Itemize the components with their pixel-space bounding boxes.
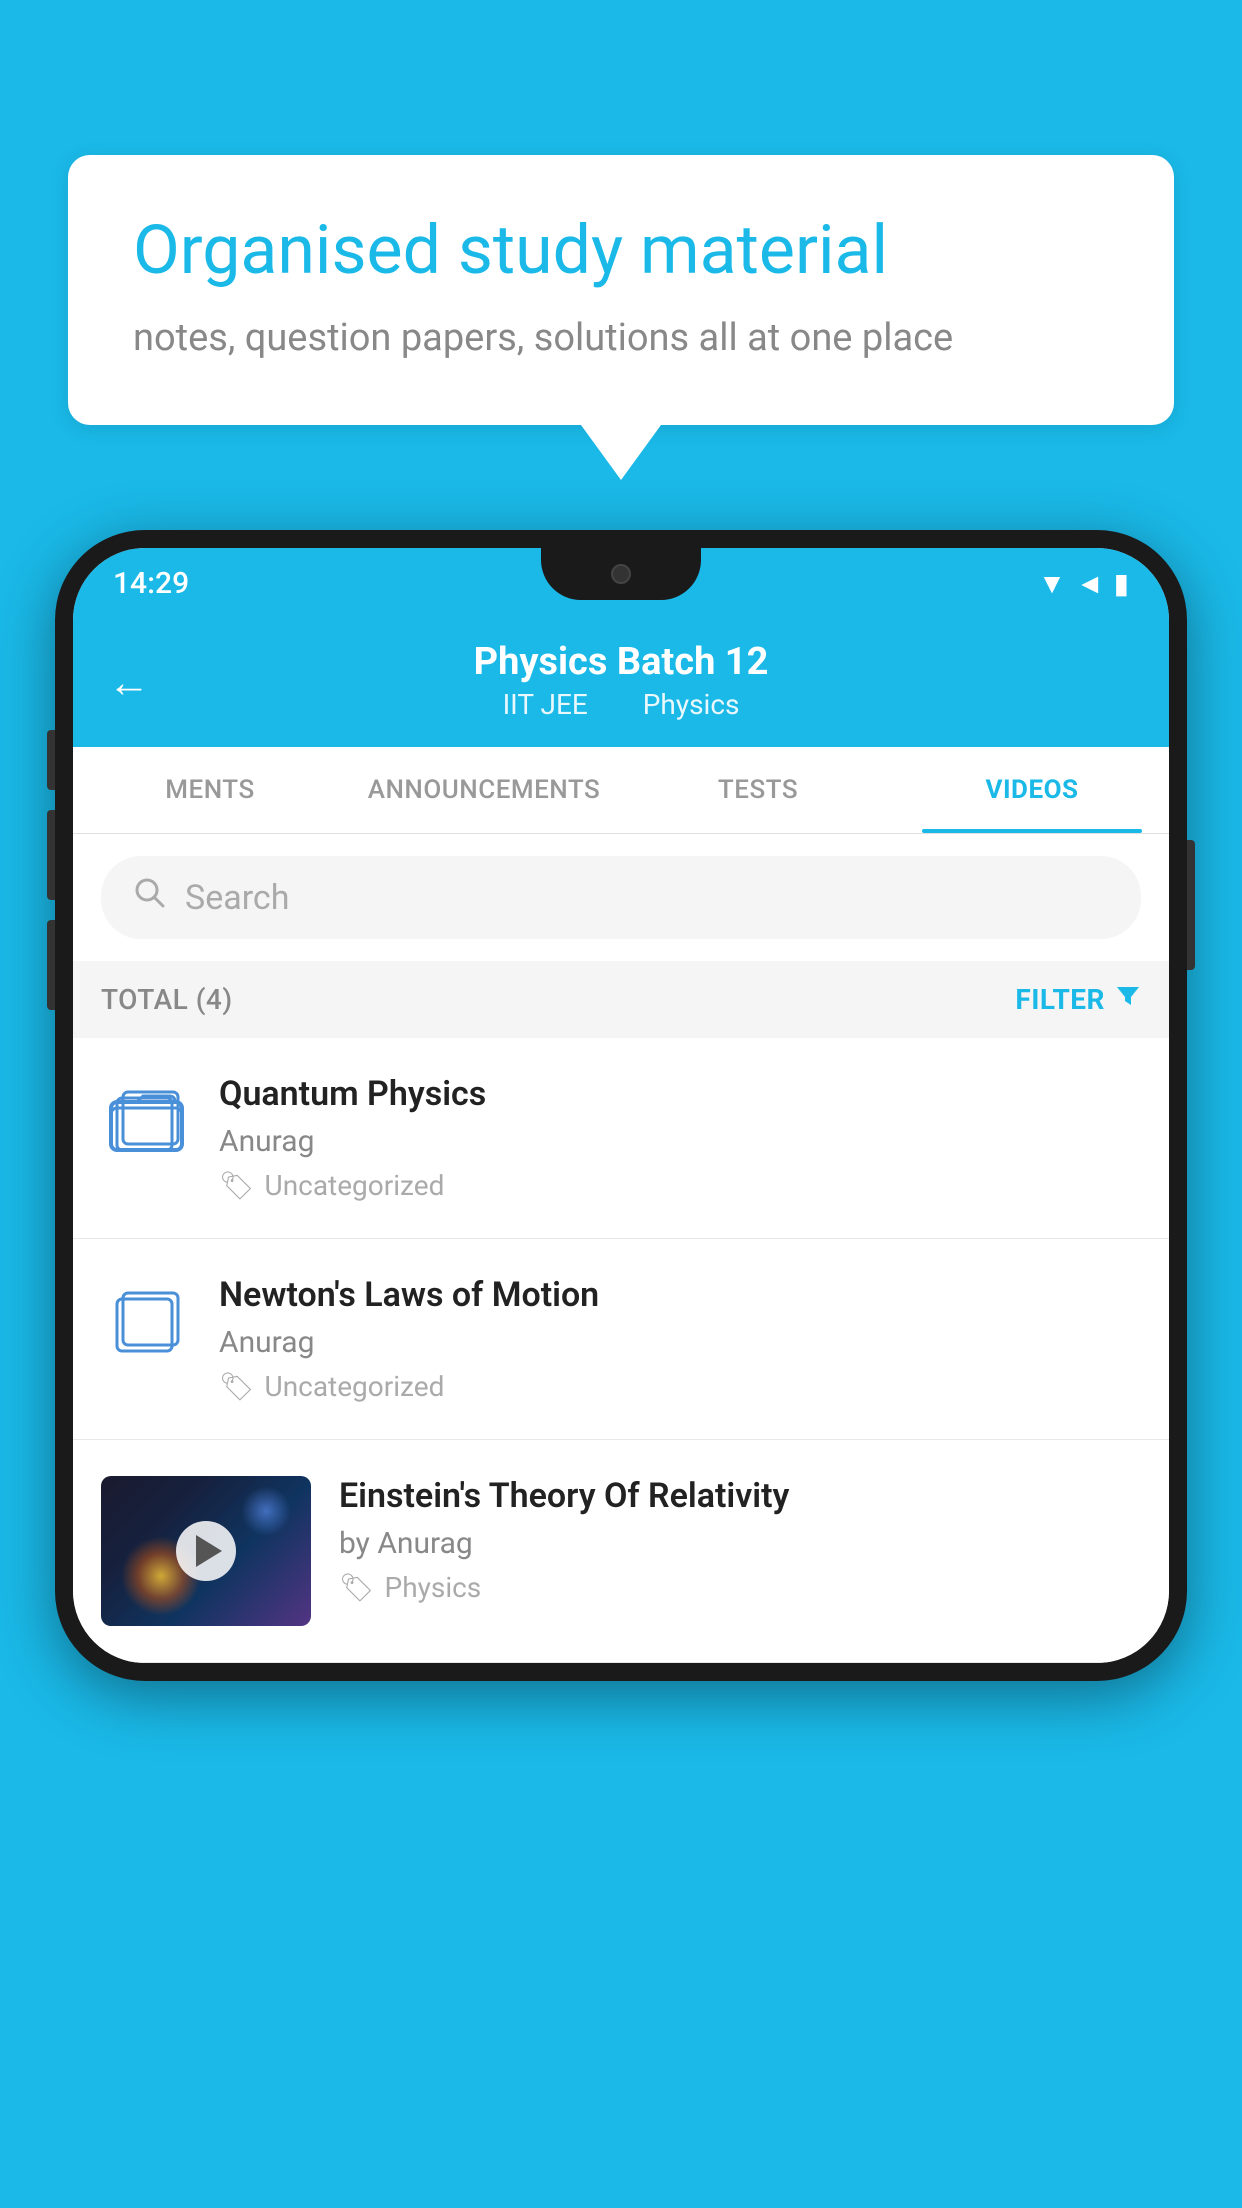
tag-icon: 🏷 [219,1370,255,1403]
phone-button-volume-up [47,730,55,790]
search-bar[interactable]: Search [101,856,1141,939]
speech-bubble-container: Organised study material notes, question… [68,155,1174,480]
status-bar: 14:29 ▼ ◄ ▮ [73,548,1169,618]
filter-button[interactable]: FILTER [1015,983,1141,1016]
search-container: Search [73,834,1169,961]
tag-label: Physics [385,1571,482,1604]
folder-icon [101,1074,191,1164]
phone-button-volume-down2 [47,920,55,1010]
speech-bubble: Organised study material notes, question… [68,155,1174,425]
tab-tests[interactable]: TESTS [621,747,895,833]
play-triangle-icon [196,1535,222,1567]
tag-icon: 🏷 [219,1169,255,1202]
tab-videos[interactable]: VIDEOS [895,747,1169,833]
filter-label: FILTER [1015,983,1105,1016]
tab-announcements[interactable]: ANNOUNCEMENTS [347,747,621,833]
list-item[interactable]: Einstein's Theory Of Relativity by Anura… [73,1440,1169,1663]
video-author: by Anurag [339,1526,1141,1561]
video-list: Quantum Physics Anurag 🏷 Uncategorized [73,1038,1169,1663]
search-icon [133,876,167,919]
header-title: Physics Batch 12 [113,640,1129,684]
speech-bubble-title: Organised study material [133,210,1109,292]
filter-icon [1115,983,1141,1016]
video-tag: 🏷 Uncategorized [219,1169,1141,1202]
header-subtitle-iitjee: IIT JEE [503,688,588,721]
video-tag: 🏷 Physics [339,1571,1141,1604]
phone: 14:29 ▼ ◄ ▮ ← Physics Batch 12 IIT JEE P… [55,530,1187,1681]
video-author: Anurag [219,1325,1141,1360]
tag-label: Uncategorized [265,1370,445,1403]
tab-ments[interactable]: MENTS [73,747,347,833]
search-input[interactable]: Search [185,878,289,918]
video-title: Einstein's Theory Of Relativity [339,1476,1141,1516]
speech-bubble-subtitle: notes, question papers, solutions all at… [133,316,1109,360]
phone-wrapper: 14:29 ▼ ◄ ▮ ← Physics Batch 12 IIT JEE P… [55,530,1187,1681]
video-info: Quantum Physics Anurag 🏷 Uncategorized [219,1074,1141,1202]
video-author: Anurag [219,1124,1141,1159]
tab-bar: MENTS ANNOUNCEMENTS TESTS VIDEOS [73,747,1169,834]
filter-row: TOTAL (4) FILTER [73,961,1169,1038]
wifi-icon: ▼ [1038,567,1066,600]
app-header: ← Physics Batch 12 IIT JEE Physics [73,618,1169,747]
header-subtitle-physics: Physics [643,688,740,721]
video-info: Einstein's Theory Of Relativity by Anura… [339,1476,1141,1604]
tag-label: Uncategorized [265,1169,445,1202]
back-button[interactable]: ← [108,658,150,707]
video-title: Quantum Physics [219,1074,1141,1114]
thumb-glow2 [241,1486,291,1536]
video-thumbnail [101,1476,311,1626]
phone-button-power [1187,840,1195,970]
status-time: 14:29 [113,566,189,601]
phone-screen: 14:29 ▼ ◄ ▮ ← Physics Batch 12 IIT JEE P… [73,548,1169,1663]
folder-icon [101,1275,191,1365]
video-tag: 🏷 Uncategorized [219,1370,1141,1403]
phone-button-volume-down [47,810,55,900]
header-subtitle: IIT JEE Physics [113,688,1129,721]
speech-bubble-arrow [581,425,661,480]
total-count: TOTAL (4) [101,983,233,1016]
status-icons: ▼ ◄ ▮ [1038,567,1129,600]
list-item[interactable]: Newton's Laws of Motion Anurag 🏷 Uncateg… [73,1239,1169,1440]
video-info: Newton's Laws of Motion Anurag 🏷 Uncateg… [219,1275,1141,1403]
play-button[interactable] [176,1521,236,1581]
list-item[interactable]: Quantum Physics Anurag 🏷 Uncategorized [73,1038,1169,1239]
battery-icon: ▮ [1114,567,1129,600]
video-title: Newton's Laws of Motion [219,1275,1141,1315]
tag-icon: 🏷 [339,1571,375,1604]
signal-icon: ◄ [1076,567,1104,600]
notch [541,548,701,600]
notch-camera [611,564,631,584]
